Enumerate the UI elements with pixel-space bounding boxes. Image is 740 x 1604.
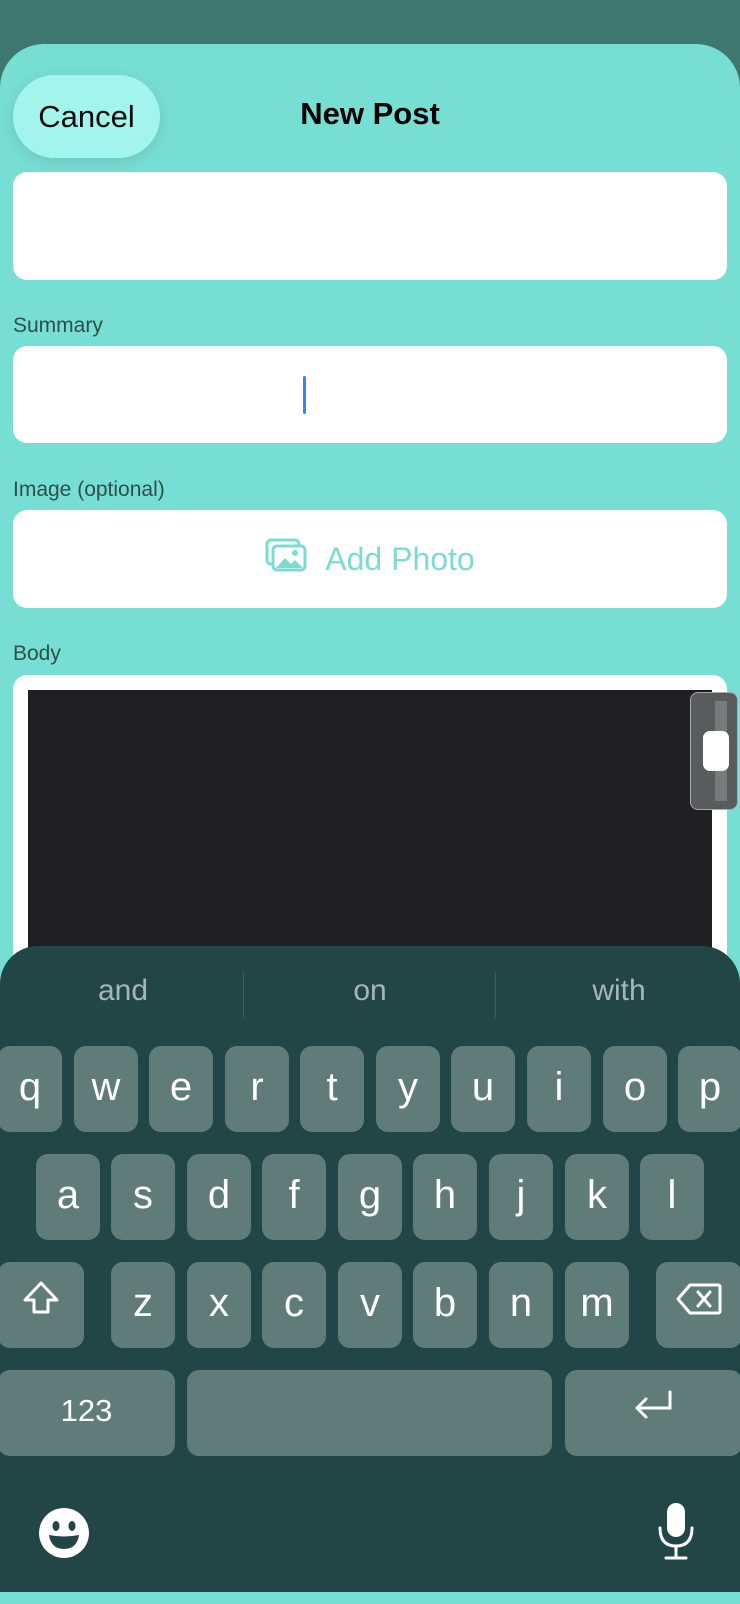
key-a[interactable]: a [36, 1154, 100, 1240]
key-c[interactable]: c [262, 1262, 326, 1348]
photos-icon [265, 538, 307, 580]
delete-key[interactable] [656, 1262, 740, 1348]
microphone-icon[interactable] [655, 1500, 697, 1567]
page-title: New Post [300, 96, 440, 131]
key-t[interactable]: t [300, 1046, 364, 1132]
add-photo-button[interactable]: Add Photo [13, 510, 727, 608]
key-g[interactable]: g [338, 1154, 402, 1240]
key-s[interactable]: s [111, 1154, 175, 1240]
numbers-key[interactable]: 123 [0, 1370, 175, 1456]
key-b[interactable]: b [413, 1262, 477, 1348]
emoji-icon[interactable] [37, 1506, 91, 1565]
return-key[interactable] [565, 1370, 740, 1456]
key-k[interactable]: k [565, 1154, 629, 1240]
text-caret [303, 376, 306, 414]
image-label: Image (optional) [13, 478, 165, 501]
body-editor[interactable] [28, 690, 712, 975]
key-f[interactable]: f [262, 1154, 326, 1240]
suggestion-item[interactable]: on [247, 974, 493, 1008]
space-key[interactable] [187, 1370, 552, 1456]
key-z[interactable]: z [111, 1262, 175, 1348]
key-w[interactable]: w [74, 1046, 138, 1132]
summary-label: Summary [13, 314, 103, 337]
delete-backspace-icon [676, 1281, 722, 1326]
key-x[interactable]: x [187, 1262, 251, 1348]
body-field[interactable] [13, 675, 727, 975]
key-o[interactable]: o [603, 1046, 667, 1132]
scroll-handle[interactable] [690, 692, 738, 810]
key-j[interactable]: j [489, 1154, 553, 1240]
key-p[interactable]: p [678, 1046, 740, 1132]
key-h[interactable]: h [413, 1154, 477, 1240]
key-u[interactable]: u [451, 1046, 515, 1132]
key-e[interactable]: e [149, 1046, 213, 1132]
scroll-knob[interactable] [703, 731, 729, 771]
title-field[interactable] [13, 172, 727, 280]
suggestion-bar: and on with [0, 946, 740, 1034]
body-label: Body [13, 642, 61, 665]
key-m[interactable]: m [565, 1262, 629, 1348]
key-q[interactable]: q [0, 1046, 62, 1132]
key-n[interactable]: n [489, 1262, 553, 1348]
key-y[interactable]: y [376, 1046, 440, 1132]
key-r[interactable]: r [225, 1046, 289, 1132]
shift-icon [21, 1278, 61, 1328]
suggestion-item[interactable]: and [0, 974, 246, 1008]
suggestion-divider [243, 972, 244, 1018]
summary-field[interactable] [13, 346, 727, 443]
key-d[interactable]: d [187, 1154, 251, 1240]
shift-key[interactable] [0, 1262, 84, 1348]
key-i[interactable]: i [527, 1046, 591, 1132]
return-icon [632, 1388, 676, 1434]
key-v[interactable]: v [338, 1262, 402, 1348]
add-photo-label: Add Photo [325, 540, 475, 577]
suggestion-item[interactable]: with [496, 974, 740, 1008]
key-l[interactable]: l [640, 1154, 704, 1240]
keyboard: and on with q w e r t y u i o p a s d f … [0, 946, 740, 1592]
